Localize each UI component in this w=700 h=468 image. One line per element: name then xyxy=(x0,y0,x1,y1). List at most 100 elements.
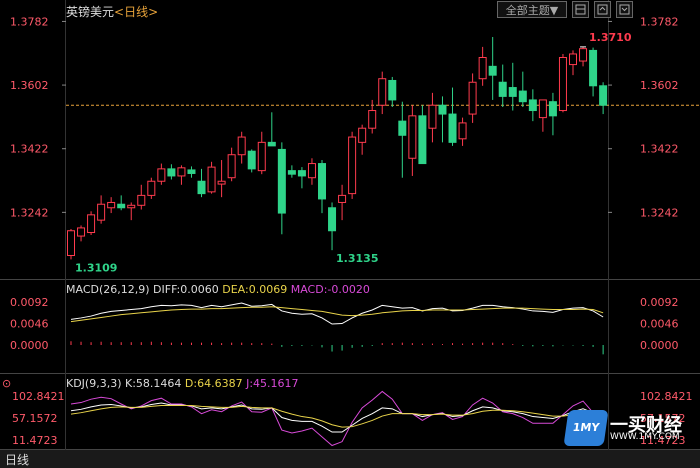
kdj-title: KDJ(9,3,3) K:58.1464 D:64.6387 J:45.1617 xyxy=(66,377,299,390)
price-axis-label-right: 1.3782 xyxy=(640,15,679,28)
logo-url: WWW.1MY.COM xyxy=(610,432,680,442)
candle-body xyxy=(287,170,296,175)
price-axis-label-left: 1.3602 xyxy=(10,79,49,92)
timeframe-label[interactable]: <日线> xyxy=(114,5,158,19)
candle-body xyxy=(257,141,266,172)
macd-axis-label-right: 0.0000 xyxy=(640,339,679,352)
kdj-d-line xyxy=(70,404,604,428)
collapse-icon xyxy=(619,4,630,15)
kdj-j-value: J:45.1617 xyxy=(246,377,299,390)
candle-body xyxy=(518,90,527,103)
candle-body xyxy=(428,104,437,129)
candle-body xyxy=(398,120,407,136)
kdj-axis-label-right: 102.8421 xyxy=(640,390,693,403)
kdj-k-value: K:58.1464 xyxy=(125,377,182,390)
candle-body xyxy=(147,180,156,196)
candle-body xyxy=(157,168,166,182)
candle-body xyxy=(478,56,487,80)
period-label[interactable]: 日线 xyxy=(5,451,29,468)
macd-axis-label-left: 0.0092 xyxy=(10,296,49,309)
chart-canvas[interactable]: 1.3782 1.3782 1.3602 1.3602 1.3422 1.3422 1.32… xyxy=(0,0,700,468)
candle-body xyxy=(187,169,196,174)
candle-body xyxy=(77,227,86,237)
candle-body xyxy=(237,136,246,156)
candle-body xyxy=(67,230,75,256)
kdj-axis-label-left: 11.4723 xyxy=(12,434,58,447)
candle-body xyxy=(508,87,517,97)
candle-body xyxy=(177,167,186,177)
candle-body xyxy=(227,154,236,179)
candle-body xyxy=(328,207,337,232)
candle-body xyxy=(458,122,467,140)
candle-body xyxy=(267,141,276,147)
candle-body xyxy=(247,150,256,170)
candle-body xyxy=(538,99,547,119)
candle-body xyxy=(137,194,146,206)
candle-body xyxy=(548,101,557,117)
low-price-label: 1.3109 xyxy=(75,261,117,274)
candle-body xyxy=(558,56,567,112)
candle-body xyxy=(418,115,427,165)
chart-title: 英镑美元<日线> xyxy=(66,3,158,20)
price-axis-label-left: 1.3782 xyxy=(10,15,49,28)
macd-title: MACD(26,12,9) DIFF:0.0060 DEA:0.0069 MAC… xyxy=(66,283,370,296)
candle-body xyxy=(358,127,367,143)
candle-body xyxy=(197,180,206,195)
macd-value: MACD:-0.0020 xyxy=(290,283,370,296)
candle-body xyxy=(448,113,457,143)
candle-body xyxy=(438,104,447,115)
toggle-indicator-button[interactable] xyxy=(572,1,589,18)
price-axis-label-right: 1.3242 xyxy=(640,206,679,219)
candle-body xyxy=(488,65,497,76)
panel-icon xyxy=(575,4,586,15)
macd-dea-value: DEA:0.0069 xyxy=(222,283,288,296)
expand-panel-button[interactable] xyxy=(594,1,611,18)
macd-axis-label-right: 0.0092 xyxy=(640,296,679,309)
candle-body xyxy=(107,201,116,209)
candle-body xyxy=(207,166,216,193)
logo-icon: 1MY xyxy=(563,410,609,446)
candle-body xyxy=(408,115,417,159)
candle-body xyxy=(318,163,326,200)
candle-body xyxy=(307,163,316,179)
footer-bar: 日线 xyxy=(0,450,700,468)
candle-body xyxy=(338,194,347,203)
candle-body xyxy=(127,204,136,209)
macd-diff-value: DIFF:0.0060 xyxy=(153,283,219,296)
macd-axis-label-right: 0.0046 xyxy=(640,318,679,331)
macd-axis-label-left: 0.0000 xyxy=(10,339,49,352)
kdj-axis-label-left: 57.1572 xyxy=(12,412,58,425)
price-axis-label-left: 1.3242 xyxy=(10,206,49,219)
price-axis-label-left: 1.3422 xyxy=(10,143,49,156)
low-price-label: 1.3135 xyxy=(336,252,378,265)
candle-body xyxy=(579,48,588,62)
price-axis-label-right: 1.3602 xyxy=(640,79,679,92)
candle-body xyxy=(97,203,106,221)
candle-body xyxy=(589,49,598,87)
price-axis-label-right: 1.3422 xyxy=(640,143,679,156)
collapse-panel-button[interactable] xyxy=(616,1,633,18)
candle-body xyxy=(569,53,577,66)
candle-body xyxy=(167,168,176,177)
candle-body xyxy=(368,110,377,129)
candle-body xyxy=(277,148,286,214)
candle-body xyxy=(528,99,537,112)
macd-name: MACD(26,12,9) xyxy=(66,283,150,296)
kdj-axis-label-left: 102.8421 xyxy=(12,390,65,403)
candle-body xyxy=(217,180,226,185)
candle-body xyxy=(599,85,608,106)
theme-select-button[interactable]: 全部主题▼ xyxy=(497,1,567,18)
macd-diff-line xyxy=(70,302,604,325)
candle-body xyxy=(498,81,507,97)
instrument-name: 英镑美元 xyxy=(66,5,115,19)
candle-body xyxy=(117,203,126,209)
expand-icon xyxy=(597,4,608,15)
candle-body xyxy=(348,136,357,195)
kdj-marker-icon: ⊙ xyxy=(2,377,12,390)
candle-body xyxy=(378,78,387,106)
kdj-d-value: D:64.6387 xyxy=(184,377,243,390)
candle-body xyxy=(297,170,306,177)
candle-body xyxy=(388,79,397,101)
macd-axis-label-left: 0.0046 xyxy=(10,318,49,331)
candle-body xyxy=(87,214,96,234)
